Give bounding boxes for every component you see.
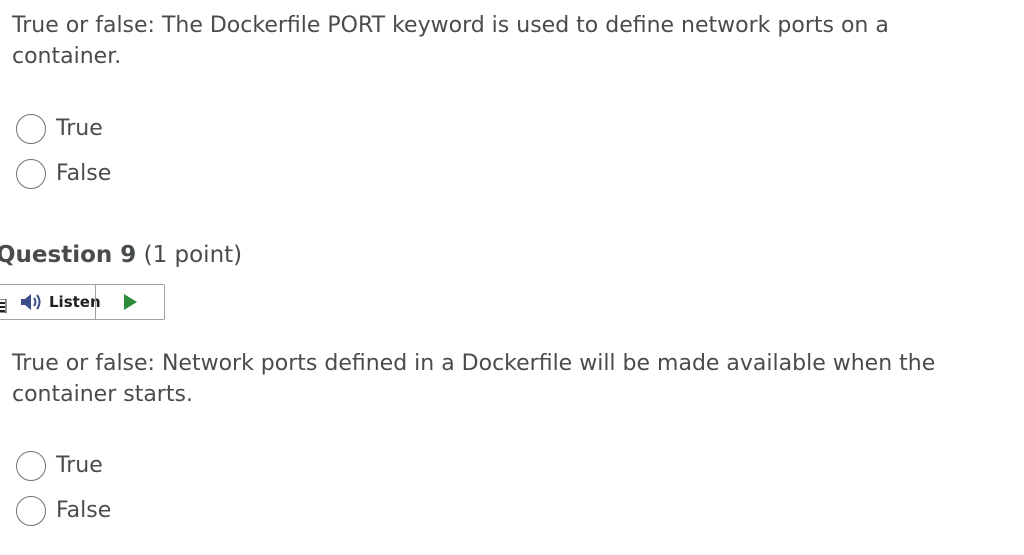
play-button[interactable] — [96, 285, 164, 319]
radio-button[interactable] — [16, 159, 46, 189]
question-9-text: True or false: Network ports defined in … — [12, 351, 936, 407]
question-title: Question 9 — [0, 242, 137, 268]
listen-button[interactable]: Listen — [0, 285, 101, 319]
radio-button[interactable] — [16, 496, 46, 526]
play-icon — [124, 294, 137, 310]
option-label: True — [56, 116, 103, 141]
question-8-text: True or false: The Dockerfile PORT keywo… — [12, 13, 889, 69]
speaker-icon — [21, 294, 41, 310]
listen-toolbar: Listen — [0, 284, 165, 320]
option-label: True — [56, 453, 103, 478]
question-9-option-true[interactable]: True — [16, 450, 103, 482]
option-label: False — [56, 498, 112, 523]
question-9-heading: Question 9 (1 point) — [0, 238, 242, 272]
menu-icon[interactable] — [0, 299, 7, 313]
radio-button[interactable] — [16, 451, 46, 481]
question-8-option-false[interactable]: False — [16, 158, 111, 190]
radio-button[interactable] — [16, 114, 46, 144]
option-label: False — [56, 161, 112, 186]
question-points: (1 point) — [143, 242, 243, 268]
question-8-option-true[interactable]: True — [16, 113, 103, 145]
listen-label: Listen — [49, 293, 101, 311]
question-9-option-false[interactable]: False — [16, 495, 111, 527]
